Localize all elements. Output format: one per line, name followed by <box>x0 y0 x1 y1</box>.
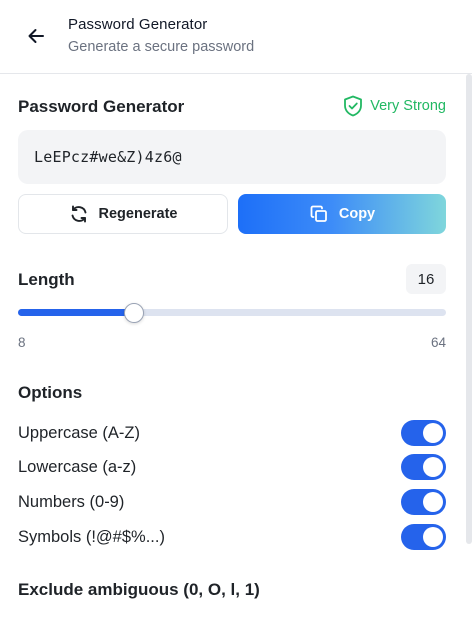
app-header: Password Generator Generate a secure pas… <box>0 0 472 74</box>
option-label: Uppercase (A-Z) <box>18 423 140 442</box>
strength-indicator: Very Strong <box>343 95 446 117</box>
symbols-toggle[interactable] <box>401 524 446 550</box>
length-value-badge: 16 <box>406 264 446 294</box>
length-title: Length <box>18 270 75 289</box>
toggle-knob <box>423 457 443 477</box>
strength-label: Very Strong <box>370 98 446 114</box>
toggle-knob <box>423 423 443 443</box>
scrollbar[interactable] <box>466 74 472 544</box>
header-title: Password Generator <box>68 16 208 33</box>
copy-label: Copy <box>338 206 376 222</box>
option-numbers[interactable]: Numbers (0-9) <box>18 488 446 516</box>
password-text[interactable]: LeEPcz#we&Z)4z6@ <box>34 148 182 166</box>
back-button[interactable] <box>22 22 50 50</box>
numbers-toggle[interactable] <box>401 489 446 515</box>
toggle-knob <box>423 527 443 547</box>
arrow-left-icon <box>28 29 44 43</box>
header-subtitle: Generate a secure password <box>68 39 255 55</box>
shield-check-icon <box>344 95 363 117</box>
copy-icon <box>310 205 327 222</box>
lowercase-toggle[interactable] <box>401 454 446 480</box>
length-min-label: 8 <box>18 335 26 350</box>
option-label: Numbers (0-9) <box>18 492 125 511</box>
option-label: Lowercase (a-z) <box>18 457 137 476</box>
regenerate-label: Regenerate <box>98 206 178 222</box>
uppercase-toggle[interactable] <box>401 420 446 446</box>
length-slider-track[interactable] <box>18 309 446 316</box>
refresh-icon <box>71 205 86 223</box>
copy-button[interactable]: Copy <box>238 194 446 234</box>
length-max-label: 64 <box>430 335 446 350</box>
option-symbols[interactable]: Symbols (!@#$%...) <box>18 523 446 551</box>
regenerate-button[interactable]: Regenerate <box>18 194 228 234</box>
option-lowercase[interactable]: Lowercase (a-z) <box>18 453 446 481</box>
exclude-ambiguous-title: Exclude ambiguous (0, O, l, 1) <box>18 580 260 599</box>
toggle-knob <box>423 492 443 512</box>
option-uppercase[interactable]: Uppercase (A-Z) <box>18 419 446 447</box>
password-display[interactable]: LeEPcz#we&Z)4z6@ <box>18 130 446 184</box>
length-slider-fill <box>18 309 135 316</box>
option-label: Symbols (!@#$%...) <box>18 527 165 546</box>
generator-title: Password Generator <box>18 97 185 116</box>
length-slider-thumb[interactable] <box>124 303 145 323</box>
options-title: Options <box>18 383 83 402</box>
